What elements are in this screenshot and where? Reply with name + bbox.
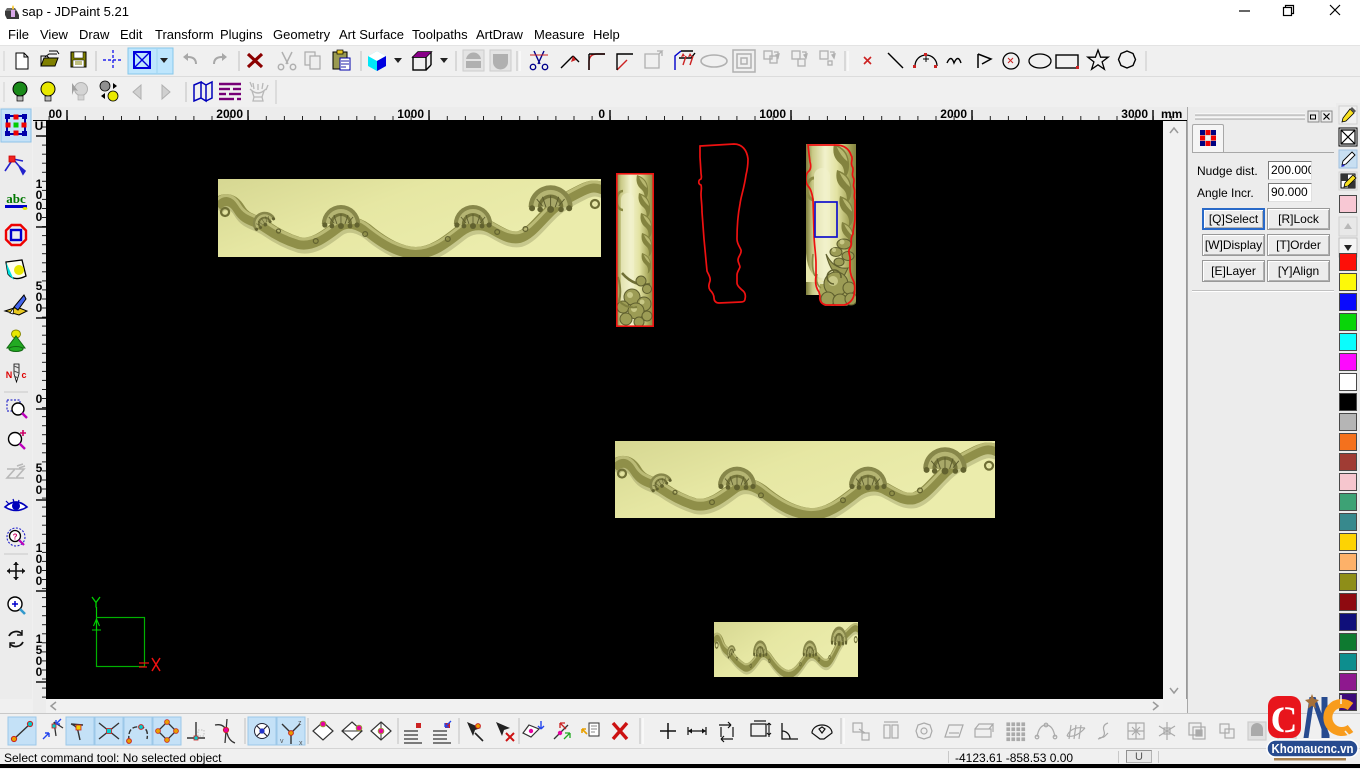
svg-text:0: 0	[36, 483, 43, 497]
svg-text:00: 00	[49, 107, 63, 121]
svg-text:U: U	[35, 121, 44, 133]
svg-text:1000: 1000	[397, 107, 424, 121]
svg-text:3000: 3000	[1121, 107, 1148, 121]
svg-text:2000: 2000	[216, 107, 243, 121]
svg-text:0: 0	[36, 392, 43, 406]
svg-text:?: ?	[13, 533, 18, 542]
svg-text:1000: 1000	[759, 107, 786, 121]
svg-text:c: c	[21, 370, 26, 380]
svg-text:0: 0	[36, 574, 43, 588]
svg-text:v: v	[280, 738, 284, 745]
svg-text:0: 0	[36, 210, 43, 224]
svg-text:x: x	[299, 740, 303, 747]
svg-text:0: 0	[36, 301, 43, 315]
svg-text:0: 0	[36, 665, 43, 679]
svg-text:Khomaucnc.vn: Khomaucnc.vn	[1272, 741, 1354, 756]
svg-text:mm: mm	[1161, 107, 1182, 121]
svg-text:z: z	[298, 720, 302, 727]
svg-text:abc: abc	[6, 191, 26, 206]
svg-text:0: 0	[598, 107, 605, 121]
svg-text:2000: 2000	[940, 107, 967, 121]
svg-text:N: N	[6, 370, 13, 380]
